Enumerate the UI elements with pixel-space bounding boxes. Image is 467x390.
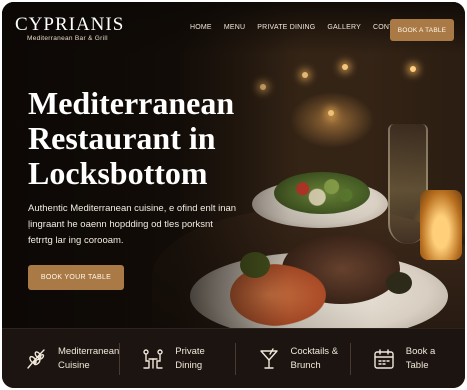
feature-label: Book a Table bbox=[405, 345, 436, 371]
nav-item-home[interactable]: HOME bbox=[190, 24, 212, 31]
feature-label: Cocktails & Brunch bbox=[290, 345, 339, 371]
cocktail-icon bbox=[259, 347, 278, 369]
feature-mediterranean-cuisine[interactable]: Mediterranean Cuisine bbox=[2, 329, 119, 388]
site-header: CYPRIANIS Mediterranean Bar & Grill HOME… bbox=[2, 2, 465, 54]
dining-table-icon bbox=[143, 348, 163, 369]
feature-label: Private Dining bbox=[175, 345, 205, 371]
nav-item-gallery[interactable]: GALLERY bbox=[327, 24, 361, 31]
nav-item-menu[interactable]: MENU bbox=[224, 24, 245, 31]
features-bar: Mediterranean Cuisine Private Dining Coc… bbox=[2, 328, 465, 388]
feature-cocktails-brunch[interactable]: Cocktails & Brunch bbox=[234, 329, 350, 388]
olive-branch-icon bbox=[27, 348, 45, 369]
book-a-table-button[interactable]: BOOK A TABLE bbox=[390, 19, 454, 41]
calendar-icon bbox=[374, 348, 394, 369]
logo-name[interactable]: CYPRIANIS bbox=[15, 14, 124, 36]
hero-title: Mediterranean Restaurant in Locksbottom bbox=[28, 85, 235, 191]
nav-item-private-dining[interactable]: PRIVATE DINING bbox=[257, 24, 315, 31]
main-nav: HOME MENU PRIVATE DINING GALLERY CONTACT bbox=[190, 24, 420, 31]
book-your-table-button[interactable]: BOOK YOUR TABLE bbox=[28, 265, 124, 290]
feature-label: Mediterranean Cuisine bbox=[58, 345, 120, 371]
feature-private-dining[interactable]: Private Dining bbox=[119, 329, 234, 388]
logo-tagline: Mediterranean Bar & Grill bbox=[27, 35, 108, 42]
page-frame: CYPRIANIS Mediterranean Bar & Grill HOME… bbox=[2, 2, 465, 388]
hero-description: Authentic Mediterranean cuisine, e ofind… bbox=[28, 203, 237, 246]
feature-book-a-table[interactable]: Book a Table bbox=[349, 329, 465, 388]
